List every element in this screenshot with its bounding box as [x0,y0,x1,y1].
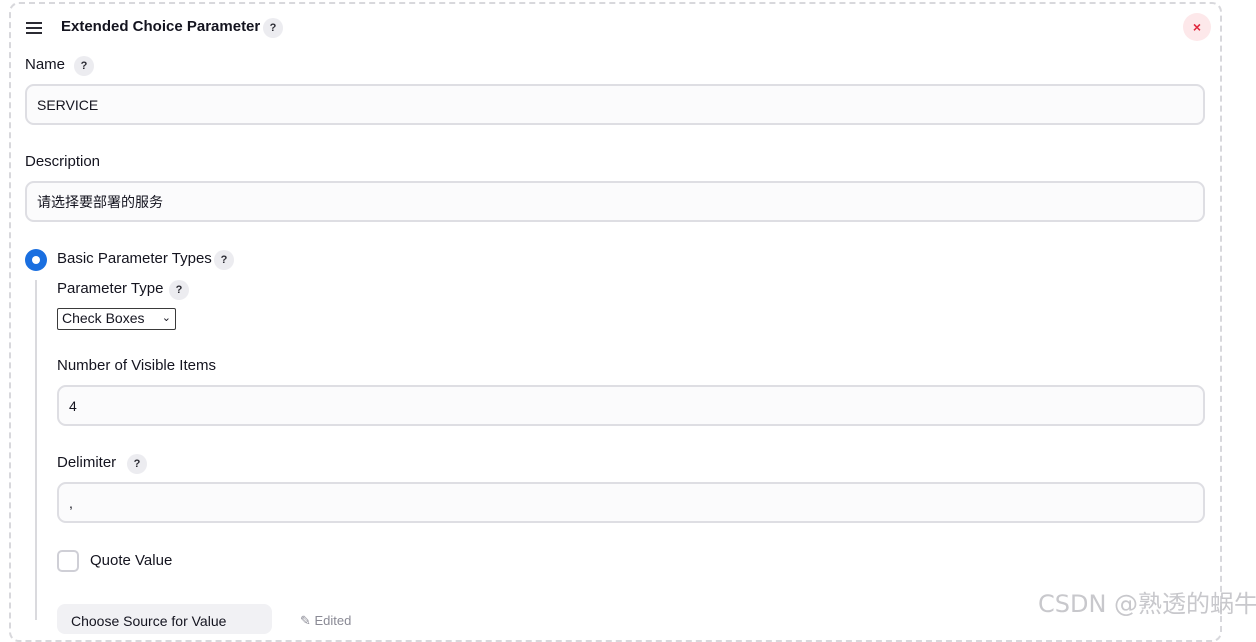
quote-value-checkbox[interactable] [57,550,79,572]
name-help-icon[interactable]: ? [74,56,94,76]
basic-types-help-icon[interactable]: ? [214,250,234,270]
visible-items-input[interactable] [57,385,1205,426]
description-label: Description [25,153,101,170]
section-divider [35,280,37,620]
basic-types-radio[interactable] [25,249,47,271]
parameter-type-label: Parameter Type [57,280,164,297]
chevron-down-icon: ⌄ [161,312,171,324]
parameter-type-value: Check Boxes [62,310,145,326]
card-title: Extended Choice Parameter [61,18,261,35]
watermark: CSDN @熟透的蜗牛 [1038,590,1256,618]
delimiter-help-icon[interactable]: ? [127,454,147,474]
parameter-type-select[interactable]: Check Boxes ⌄ [57,308,176,330]
description-input[interactable] [25,181,1205,222]
choose-source-button[interactable]: Choose Source for Value [57,604,272,634]
visible-items-label: Number of Visible Items [57,357,216,374]
name-input[interactable] [25,84,1205,125]
title-help-icon[interactable]: ? [263,18,283,38]
parameter-type-help-icon[interactable]: ? [169,280,189,300]
basic-types-label: Basic Parameter Types [57,250,212,267]
name-label: Name [25,56,66,73]
quote-value-label: Quote Value [90,552,173,569]
drag-handle-icon[interactable] [26,22,42,34]
delimiter-label: Delimiter [57,454,117,471]
edited-label: Edited [314,613,352,628]
close-button[interactable]: × [1183,13,1211,41]
edited-indicator: ✎ Edited [300,613,352,628]
delimiter-input[interactable] [57,482,1205,523]
